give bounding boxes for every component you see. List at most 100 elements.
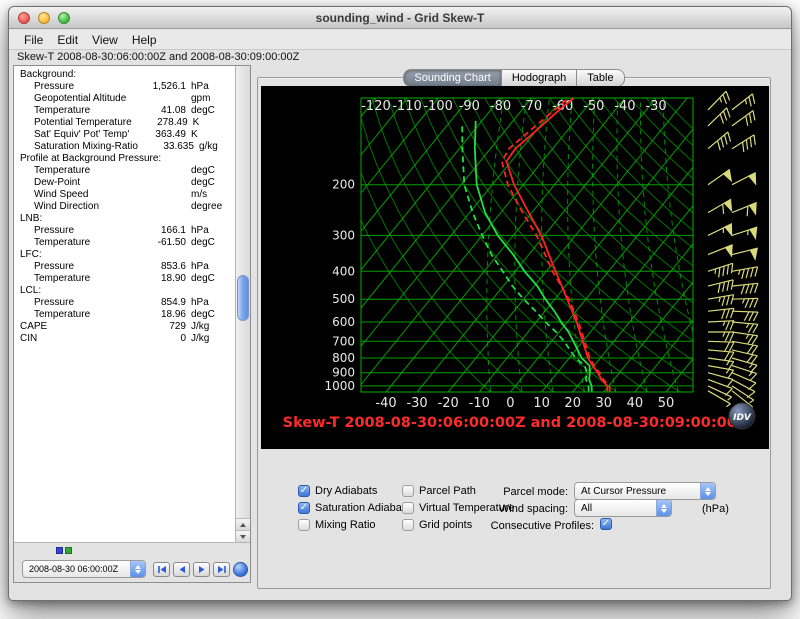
app-window: sounding_wind - Grid Skew-T FileEditView… — [8, 6, 792, 601]
consecutive-profiles-checkbox[interactable] — [600, 518, 612, 530]
info-row-label: Wind Speed — [16, 189, 130, 201]
checkbox-box[interactable] — [298, 502, 310, 514]
combo-stepper-icon[interactable] — [130, 561, 145, 577]
checkbox-box[interactable] — [402, 485, 414, 497]
svg-text:-100: -100 — [423, 99, 453, 114]
info-row-value: 18.96 — [130, 309, 186, 321]
checkbox-dry-adiabats[interactable]: Dry Adiabats — [298, 484, 410, 497]
svg-text:40: 40 — [627, 396, 644, 411]
parcel-mode-select[interactable]: At Cursor Pressure — [574, 482, 716, 500]
menu-help[interactable]: Help — [125, 31, 164, 49]
info-row-label: Temperature — [16, 309, 130, 321]
minimize-button[interactable] — [38, 12, 50, 24]
checkbox-mixing-ratio[interactable]: Mixing Ratio — [298, 518, 410, 531]
info-row-value — [130, 285, 186, 297]
tab-hodograph[interactable]: Hodograph — [502, 69, 577, 87]
info-row: Temperature18.90degC — [16, 273, 232, 285]
info-row-value: 33.635 — [138, 141, 194, 153]
svg-text:30: 30 — [596, 396, 613, 411]
info-row-value: 18.90 — [130, 273, 186, 285]
checkbox-box[interactable] — [402, 502, 414, 514]
info-row-unit: hPa — [186, 297, 232, 309]
zoom-button[interactable] — [58, 12, 70, 24]
svg-text:-70: -70 — [521, 99, 542, 114]
svg-text:-90: -90 — [459, 99, 480, 114]
info-row-label: Potential Temperature — [16, 117, 132, 129]
menu-file[interactable]: File — [17, 31, 50, 49]
info-row-label: Wind Direction — [16, 201, 130, 213]
info-row-value — [130, 201, 186, 213]
go-to-first-button[interactable] — [153, 562, 170, 577]
menu-edit[interactable]: Edit — [50, 31, 85, 49]
titlebar[interactable]: sounding_wind - Grid Skew-T — [9, 7, 791, 29]
skewt-chart[interactable]: -120-110-100-90-80-70-60-50-40-30-40-30-… — [261, 86, 769, 449]
svg-text:20: 20 — [564, 396, 581, 411]
svg-text:-110: -110 — [392, 99, 422, 114]
svg-text:-30: -30 — [645, 99, 666, 114]
svg-text:900: 900 — [332, 366, 355, 380]
animation-properties-button[interactable] — [233, 562, 248, 577]
info-row: CIN0J/kg — [16, 333, 232, 345]
info-row-value: 0 — [130, 333, 186, 345]
tab-table[interactable]: Table — [577, 69, 624, 87]
scrollbar-thumb[interactable] — [237, 275, 249, 321]
info-row-label: Sat' Equiv' Pot' Temp' — [16, 129, 130, 141]
info-row-unit: hPa — [186, 81, 232, 93]
info-row: CAPE729J/kg — [16, 321, 232, 333]
parcel-mode-label: Parcel mode: — [444, 486, 568, 498]
info-row-label: Pressure — [16, 261, 130, 273]
info-row: LFC: — [16, 249, 232, 261]
go-to-last-button[interactable] — [213, 562, 230, 577]
info-row-value: 166.1 — [130, 225, 186, 237]
info-row: Saturation Mixing-Ratio33.635g/kg — [16, 141, 232, 153]
info-row-label: Pressure — [16, 225, 130, 237]
scroll-down-button[interactable] — [236, 530, 250, 542]
parcel-mode-value: At Cursor Pressure — [581, 486, 666, 497]
info-row-value — [130, 93, 186, 105]
wind-spacing-select[interactable]: All — [574, 499, 672, 517]
scroll-up-button[interactable] — [236, 518, 250, 530]
checkbox-saturation-adiabats[interactable]: Saturation Adiabats — [298, 501, 410, 514]
info-row: Pressure854.9hPa — [16, 297, 232, 309]
info-row-value — [130, 189, 186, 201]
info-row-unit: m/s — [186, 189, 232, 201]
svg-text:0: 0 — [506, 396, 514, 411]
info-row-value — [130, 213, 186, 225]
info-row: LNB: — [16, 213, 232, 225]
info-row: Pressure1,526.1hPa — [16, 81, 232, 93]
svg-text:300: 300 — [332, 228, 355, 242]
combo-stepper-icon — [700, 483, 715, 499]
tab-sounding-chart[interactable]: Sounding Chart — [403, 69, 501, 87]
vcr-buttons — [153, 562, 248, 577]
info-row-value: 853.6 — [130, 261, 186, 273]
info-row-unit: degC — [186, 309, 232, 321]
info-row: Wind Speed m/s — [16, 189, 232, 201]
info-row-value — [130, 69, 186, 81]
close-button[interactable] — [18, 12, 30, 24]
info-row-label: Pressure — [16, 81, 130, 93]
info-row: Pressure166.1hPa — [16, 225, 232, 237]
svg-text:-30: -30 — [406, 396, 427, 411]
arrow-down-icon — [240, 535, 246, 539]
menubar: FileEditViewHelp — [9, 30, 791, 50]
step-forward-button[interactable] — [193, 562, 210, 577]
info-row: TemperaturedegC — [16, 165, 232, 177]
skewt-svg[interactable]: -120-110-100-90-80-70-60-50-40-30-40-30-… — [261, 86, 769, 449]
menu-view[interactable]: View — [85, 31, 125, 49]
info-row-unit: J/kg — [186, 333, 232, 345]
checkbox-box[interactable] — [298, 519, 310, 531]
checkbox-box[interactable] — [402, 519, 414, 531]
info-row-value: -61.50 — [130, 237, 186, 249]
info-row-label: Temperature — [16, 105, 130, 117]
svg-text:200: 200 — [332, 178, 355, 192]
info-row-label: LCL: — [16, 285, 130, 297]
info-row-label: Background: — [16, 69, 130, 81]
info-row-unit: degC — [186, 105, 232, 117]
info-row-unit — [186, 249, 232, 261]
time-select[interactable]: 2008-08-30 06:00:00Z — [22, 560, 146, 578]
step-back-button[interactable] — [173, 562, 190, 577]
checkbox-box[interactable] — [298, 485, 310, 497]
vertical-scrollbar[interactable] — [235, 66, 250, 542]
info-row: Temperature41.08degC — [16, 105, 232, 117]
info-row-value: 278.49 — [132, 117, 188, 129]
